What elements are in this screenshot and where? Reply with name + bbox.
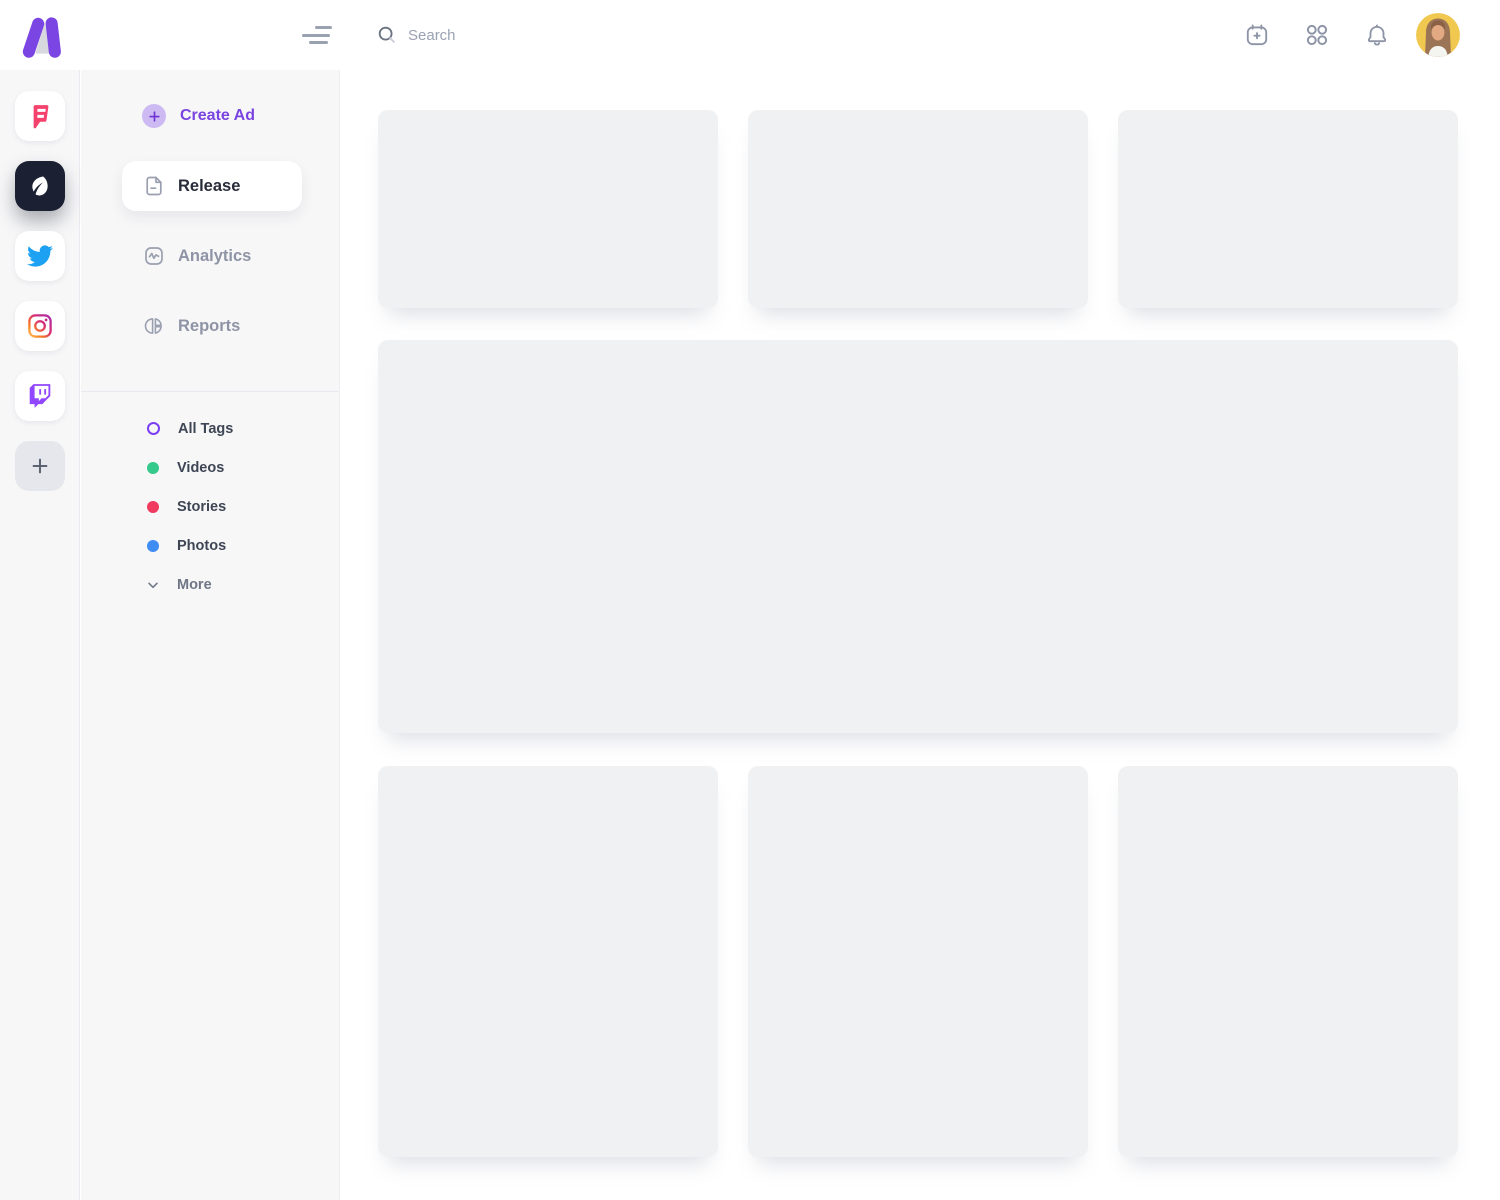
content-placeholder-card <box>748 766 1088 1157</box>
apps-grid-icon[interactable] <box>1304 22 1330 48</box>
sidebar-item-release[interactable]: Release <box>122 161 302 211</box>
tag-videos[interactable]: Videos <box>81 448 339 487</box>
content-placeholder-card <box>1118 110 1458 308</box>
foursquare-icon <box>25 101 55 131</box>
tags-section: All Tags Videos Stories Photos More <box>81 409 339 604</box>
workspace-twitch[interactable] <box>15 371 65 421</box>
brand-logo-icon <box>14 9 66 61</box>
workspace-instagram[interactable] <box>15 301 65 351</box>
content-placeholder-card <box>378 110 718 308</box>
brand-logo[interactable] <box>14 9 66 61</box>
header-actions <box>1244 0 1460 70</box>
tag-dot-icon <box>147 540 159 552</box>
workspace-twitter[interactable] <box>15 231 65 281</box>
add-workspace-button[interactable] <box>15 441 65 491</box>
avatar-image <box>1416 13 1460 57</box>
top-header <box>0 0 1500 70</box>
sidebar-item-label: Analytics <box>178 247 251 266</box>
chevron-down-icon <box>145 577 161 593</box>
search-icon <box>376 24 398 46</box>
workspace-foursquare[interactable] <box>15 91 65 141</box>
sidebar-divider <box>81 391 339 392</box>
sidebar-item-analytics[interactable]: Analytics <box>142 231 339 281</box>
content-placeholder-card <box>1118 766 1458 1157</box>
content-placeholder-feature <box>378 340 1458 733</box>
tag-label: Photos <box>177 538 226 554</box>
twitch-icon <box>27 383 53 409</box>
sidebar-item-reports[interactable]: Reports <box>142 301 339 351</box>
sidebar-item-label: Reports <box>178 317 240 336</box>
menu-toggle-icon[interactable] <box>302 22 332 48</box>
twitter-icon <box>27 243 53 269</box>
create-ad-button[interactable]: Create Ad <box>142 94 339 138</box>
main-content <box>341 70 1500 1200</box>
document-icon <box>142 174 166 198</box>
more-label: More <box>177 577 212 593</box>
user-avatar[interactable] <box>1416 13 1460 57</box>
tag-dot-icon <box>147 462 159 474</box>
tag-label: All Tags <box>178 421 233 437</box>
content-placeholder-card <box>748 110 1088 308</box>
calendar-add-icon[interactable] <box>1244 22 1270 48</box>
placeholder-row-bottom <box>378 766 1458 1157</box>
placeholder-row-top <box>378 110 1458 308</box>
plus-icon <box>29 455 51 477</box>
sidebar: Create Ad Release Analytics Reports <box>81 70 340 1200</box>
tag-label: Stories <box>177 499 226 515</box>
tag-stories[interactable]: Stories <box>81 487 339 526</box>
analytics-icon <box>142 244 166 268</box>
tag-photos[interactable]: Photos <box>81 526 339 565</box>
envato-leaf-icon <box>26 172 54 200</box>
search-input[interactable] <box>408 27 728 44</box>
pie-chart-icon <box>142 314 166 338</box>
create-ad-label: Create Ad <box>180 107 255 125</box>
app-root: Create Ad Release Analytics Reports <box>0 0 1500 1200</box>
tag-label: Videos <box>177 460 224 476</box>
content-placeholder-card <box>378 766 718 1157</box>
workspace-rail <box>0 70 80 1200</box>
tag-ring-icon <box>147 422 160 435</box>
tag-dot-icon <box>147 501 159 513</box>
search-bar <box>376 17 728 53</box>
plus-circle-icon <box>142 104 166 128</box>
workspace-envato[interactable] <box>15 161 65 211</box>
notifications-bell-icon[interactable] <box>1364 22 1390 48</box>
instagram-icon <box>27 313 53 339</box>
tag-all-tags[interactable]: All Tags <box>81 409 339 448</box>
sidebar-item-label: Release <box>178 177 240 196</box>
tags-more-toggle[interactable]: More <box>81 565 339 604</box>
